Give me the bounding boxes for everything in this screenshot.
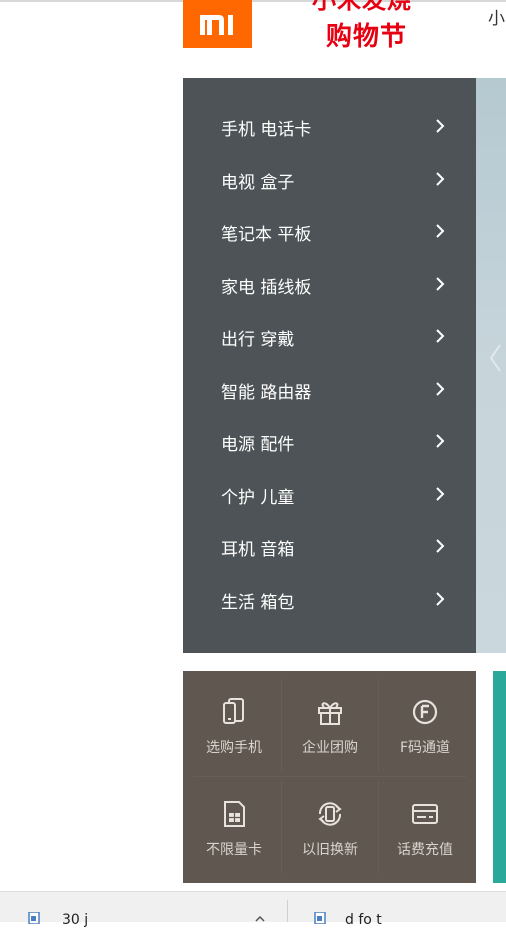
menu-item-phone[interactable]: 手机 电话卡	[183, 102, 476, 154]
menu-item-tv[interactable]: 电视 盒子	[183, 155, 476, 207]
quick-link-trade-in[interactable]: 以旧换新	[283, 777, 377, 877]
quick-link-label: 以旧换新	[302, 842, 358, 858]
file-icon	[28, 912, 40, 924]
menu-item-label: 智能 路由器	[221, 383, 312, 403]
quick-links-panel: 选购手机 企业团购 F码通道 不限量卡 以旧换新 话费充值	[183, 671, 476, 883]
promo-banner[interactable]: 小米发烧 购物节	[300, 0, 440, 50]
trade-in-icon	[318, 802, 342, 826]
credit-card-icon	[412, 804, 438, 824]
quick-link-label: 企业团购	[302, 740, 358, 756]
download-bar: 30 j d fo t	[0, 891, 506, 928]
chevron-right-icon	[436, 434, 445, 448]
quick-link-buy-phone[interactable]: 选购手机	[187, 675, 281, 775]
chevron-right-icon	[436, 277, 445, 291]
chevron-up-icon[interactable]	[255, 916, 265, 922]
gift-icon	[318, 702, 342, 725]
chevron-right-icon	[436, 172, 445, 186]
menu-item-label: 电视 盒子	[221, 173, 295, 193]
promo-card-edge[interactable]	[493, 671, 506, 883]
f-code-icon	[412, 699, 438, 725]
menu-item-life[interactable]: 生活 箱包	[183, 575, 476, 627]
menu-item-laptop[interactable]: 笔记本 平板	[183, 207, 476, 259]
promo-line2: 购物节	[326, 22, 408, 50]
menu-item-smart[interactable]: 智能 路由器	[183, 365, 476, 417]
menu-item-travel[interactable]: 出行 穿戴	[183, 312, 476, 364]
quick-link-f-code[interactable]: F码通道	[378, 675, 472, 775]
menu-item-label: 家电 插线板	[221, 278, 312, 298]
menu-item-care[interactable]: 个护 儿童	[183, 470, 476, 522]
quick-link-label: F码通道	[399, 740, 451, 756]
quick-link-recharge[interactable]: 话费充值	[378, 777, 472, 877]
quick-link-enterprise[interactable]: 企业团购	[283, 675, 377, 775]
promo-line1: 小米发烧	[312, 0, 412, 14]
chevron-right-icon	[436, 329, 445, 343]
menu-item-label: 手机 电话卡	[221, 120, 312, 140]
mi-logo-icon	[200, 15, 233, 35]
chevron-right-icon	[436, 592, 445, 606]
hero-carousel[interactable]	[476, 78, 506, 653]
download-divider	[287, 900, 288, 922]
menu-item-appliance[interactable]: 家电 插线板	[183, 260, 476, 312]
chevron-right-icon	[436, 539, 445, 553]
menu-item-power[interactable]: 电源 配件	[183, 417, 476, 469]
download-item-name[interactable]: d fo t	[345, 912, 382, 928]
phone-icon	[223, 698, 244, 724]
carousel-prev-icon[interactable]	[488, 343, 502, 373]
menu-item-label: 出行 穿戴	[221, 330, 295, 350]
menu-item-label: 耳机 音箱	[221, 540, 295, 560]
quick-link-label: 话费充值	[397, 842, 453, 858]
divider	[281, 781, 282, 873]
file-icon	[314, 912, 326, 924]
quick-link-label: 选购手机	[206, 740, 262, 756]
chevron-right-icon	[436, 487, 445, 501]
menu-item-label: 电源 配件	[221, 435, 295, 455]
chevron-right-icon	[436, 382, 445, 396]
download-item-name[interactable]: 30 j	[62, 912, 88, 928]
top-nav-fragment[interactable]: 小	[488, 4, 505, 29]
mi-logo[interactable]	[183, 0, 252, 48]
quick-link-sim[interactable]: 不限量卡	[187, 777, 281, 877]
menu-item-label: 个护 儿童	[221, 488, 295, 508]
menu-item-label: 笔记本 平板	[221, 225, 312, 245]
menu-item-audio[interactable]: 耳机 音箱	[183, 522, 476, 574]
divider	[281, 679, 282, 771]
quick-link-label: 不限量卡	[206, 842, 262, 858]
sim-card-icon	[224, 801, 245, 827]
chevron-right-icon	[436, 119, 445, 133]
chevron-right-icon	[436, 224, 445, 238]
menu-item-label: 生活 箱包	[221, 593, 295, 613]
category-menu: 手机 电话卡 电视 盒子 笔记本 平板 家电 插线板 出行 穿戴 智能 路由器 …	[183, 78, 476, 653]
